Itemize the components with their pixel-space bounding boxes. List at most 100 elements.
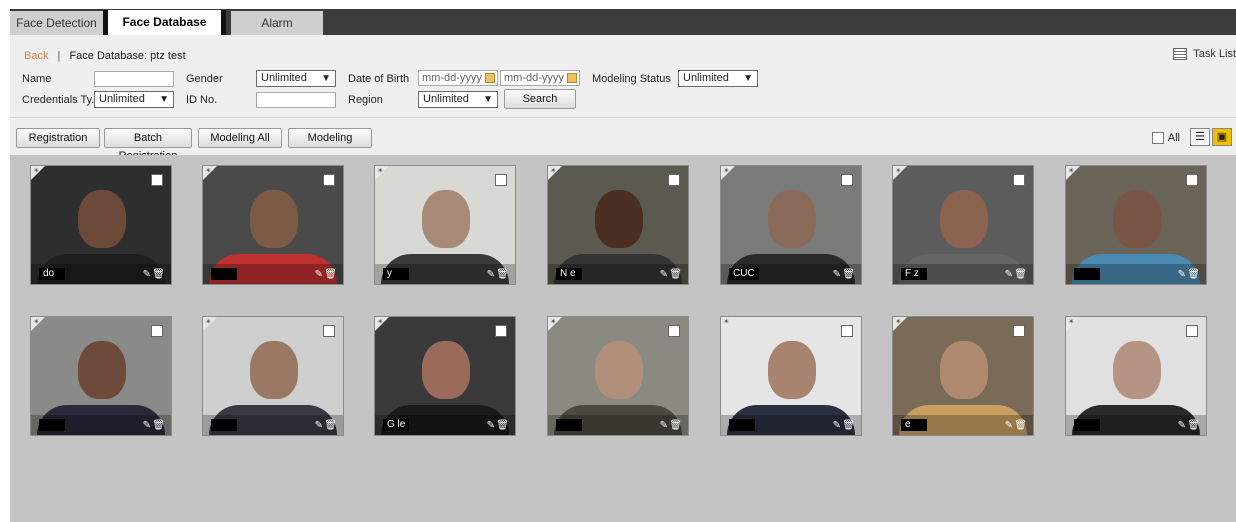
batch-registration-button[interactable]: Batch Registration [104, 128, 192, 162]
face-card[interactable]: ✴ ✎ 🗑 [1065, 165, 1207, 285]
face-select-checkbox[interactable] [1186, 174, 1198, 186]
search-button[interactable]: Search [504, 89, 576, 109]
face-select-checkbox[interactable] [151, 325, 163, 337]
trash-icon[interactable]: 🗑 [842, 420, 855, 431]
pencil-icon[interactable]: ✎ [143, 269, 151, 280]
gender-select[interactable]: Unlimited ▼ [256, 70, 336, 87]
dob-from-input[interactable]: mm-dd-yyyy [418, 70, 498, 86]
pencil-icon[interactable]: ✎ [143, 420, 151, 431]
trash-icon[interactable]: 🗑 [842, 269, 855, 280]
back-link[interactable]: Back [24, 50, 48, 62]
face-card[interactable]: ✴ ✎ 🗑 [30, 316, 172, 436]
face-select-checkbox[interactable] [668, 174, 680, 186]
pencil-icon[interactable]: ✎ [660, 269, 668, 280]
pencil-icon[interactable]: ✎ [833, 269, 841, 280]
tab-alarm[interactable]: Alarm [231, 11, 323, 35]
select-all-label: All [1167, 132, 1180, 144]
task-list-label: Task List [1193, 48, 1236, 60]
calendar-icon[interactable] [485, 73, 495, 83]
face-photo-pixelated [1113, 190, 1161, 248]
region-value: Unlimited [423, 93, 469, 105]
trash-icon[interactable]: 🗑 [152, 269, 165, 280]
pencil-icon[interactable]: ✎ [1005, 420, 1013, 431]
face-select-checkbox[interactable] [841, 325, 853, 337]
face-card[interactable]: ✴ ✎ 🗑 [202, 165, 344, 285]
face-name [1074, 268, 1100, 280]
face-name: F z [901, 268, 927, 280]
trash-icon[interactable]: 🗑 [324, 269, 337, 280]
trash-icon[interactable]: 🗑 [496, 269, 509, 280]
trash-icon[interactable]: 🗑 [669, 420, 682, 431]
trash-icon[interactable]: 🗑 [1187, 420, 1200, 431]
trash-icon[interactable]: 🗑 [1014, 420, 1027, 431]
tab-face-database-config[interactable]: Face Database Config [103, 10, 226, 53]
list-view-icon[interactable]: ☰ [1190, 128, 1210, 146]
pencil-icon[interactable]: ✎ [315, 269, 323, 280]
task-list-icon [1173, 48, 1188, 61]
face-card[interactable]: ✴ ✎ 🗑 [1065, 316, 1207, 436]
face-select-checkbox[interactable] [668, 325, 680, 337]
action-toolbar: Registration Batch Registration Modeling… [10, 117, 1236, 162]
face-select-checkbox[interactable] [151, 174, 163, 186]
face-photo-pixelated [940, 190, 988, 248]
face-select-checkbox[interactable] [841, 174, 853, 186]
face-card[interactable]: ✴ y ✎ 🗑 [374, 165, 516, 285]
id-no-label: ID No. [186, 94, 218, 106]
tab-face-detection[interactable]: Face Detection [10, 11, 103, 35]
dob-to-input[interactable]: mm-dd-yyyy [500, 70, 580, 86]
face-select-checkbox[interactable] [495, 325, 507, 337]
pencil-icon[interactable]: ✎ [487, 269, 495, 280]
registration-button[interactable]: Registration [16, 128, 100, 148]
name-input[interactable] [94, 71, 174, 87]
face-card[interactable]: ✴ G le ✎ 🗑 [374, 316, 516, 436]
pencil-icon[interactable]: ✎ [1005, 269, 1013, 280]
calendar-icon[interactable] [567, 73, 577, 83]
select-all[interactable]: All [1151, 132, 1180, 145]
face-card[interactable]: ✴ do ✎ 🗑 [30, 165, 172, 285]
pencil-icon[interactable]: ✎ [487, 420, 495, 431]
modeling-status-select[interactable]: Unlimited ▼ [678, 70, 758, 87]
modeling-button[interactable]: Modeling [288, 128, 372, 148]
modeled-icon: ✴ [33, 317, 40, 326]
modeling-status-value: Unlimited [683, 72, 729, 84]
face-select-checkbox[interactable] [1013, 325, 1025, 337]
region-select[interactable]: Unlimited ▼ [418, 91, 498, 108]
pencil-icon[interactable]: ✎ [660, 420, 668, 431]
modeled-icon: ✴ [895, 166, 902, 175]
trash-icon[interactable]: 🗑 [1014, 269, 1027, 280]
face-card[interactable]: ✴ e ✎ 🗑 [892, 316, 1034, 436]
trash-icon[interactable]: 🗑 [669, 269, 682, 280]
trash-icon[interactable]: 🗑 [324, 420, 337, 431]
face-select-checkbox[interactable] [323, 325, 335, 337]
chevron-down-icon: ▼ [159, 94, 169, 105]
image-view-icon[interactable]: ▣ [1212, 128, 1232, 146]
face-card[interactable]: ✴ F z ✎ 🗑 [892, 165, 1034, 285]
face-select-checkbox[interactable] [1186, 325, 1198, 337]
trash-icon[interactable]: 🗑 [496, 420, 509, 431]
trash-icon[interactable]: 🗑 [152, 420, 165, 431]
modeling-all-button[interactable]: Modeling All [198, 128, 282, 148]
face-card[interactable]: ✴ N e ✎ 🗑 [547, 165, 689, 285]
face-card[interactable]: ✴ ✎ 🗑 [547, 316, 689, 436]
face-card[interactable]: ✴ ✎ 🗑 [720, 316, 862, 436]
pencil-icon[interactable]: ✎ [1178, 269, 1186, 280]
pencil-icon[interactable]: ✎ [833, 420, 841, 431]
gender-value: Unlimited [261, 72, 307, 84]
trash-icon[interactable]: 🗑 [1187, 269, 1200, 280]
face-select-checkbox[interactable] [495, 174, 507, 186]
credentials-type-select[interactable]: Unlimited ▼ [94, 91, 174, 108]
id-no-input[interactable] [256, 92, 336, 108]
task-list-button[interactable]: Task List [1173, 48, 1236, 61]
pencil-icon[interactable]: ✎ [1178, 420, 1186, 431]
face-select-checkbox[interactable] [323, 174, 335, 186]
modeled-icon: ✴ [33, 166, 40, 175]
select-all-checkbox[interactable] [1151, 132, 1164, 145]
dob-label: Date of Birth [348, 73, 410, 85]
face-select-checkbox[interactable] [1013, 174, 1025, 186]
face-card[interactable]: ✴ ✎ 🗑 [202, 316, 344, 436]
face-card[interactable]: ✴ CUC ✎ 🗑 [720, 165, 862, 285]
database-title: Face Database: ptz test [69, 50, 186, 62]
modeled-icon: ✴ [377, 317, 384, 326]
breadcrumb-separator: | [57, 50, 61, 62]
pencil-icon[interactable]: ✎ [315, 420, 323, 431]
